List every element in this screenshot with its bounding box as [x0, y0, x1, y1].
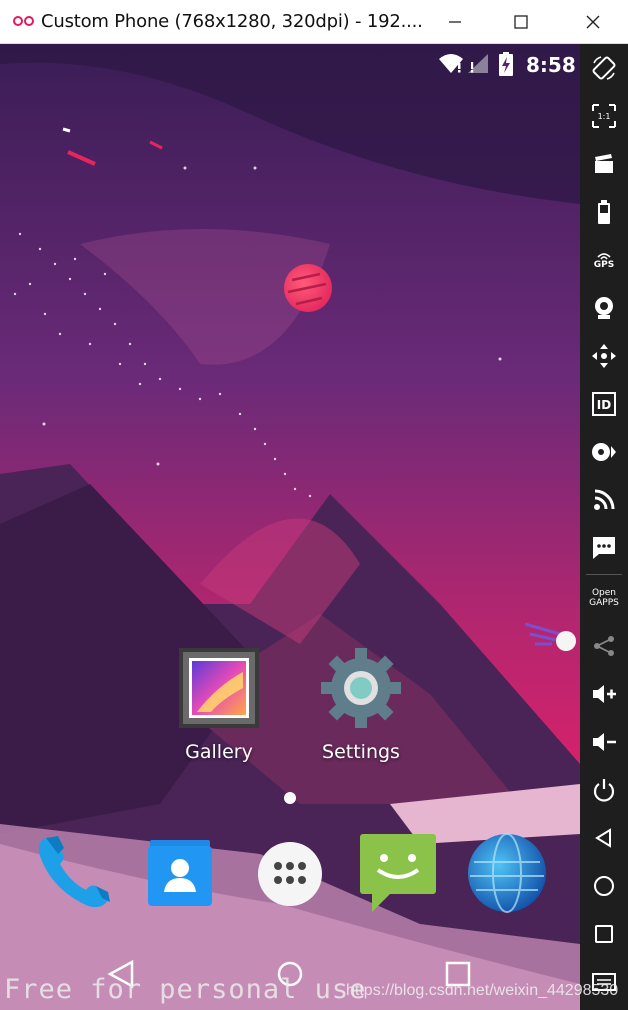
screencast-button[interactable] — [580, 142, 628, 186]
sms-icon — [593, 537, 615, 559]
settings-app[interactable]: Settings — [306, 646, 416, 763]
opengapps-label-bottom: GAPPS — [589, 598, 619, 608]
dpad-button[interactable] — [580, 334, 628, 378]
maximize-icon — [514, 15, 528, 29]
window-title: Custom Phone (768x1280, 320dpi) - 192...… — [41, 11, 423, 32]
battery-button[interactable] — [580, 190, 628, 234]
camera-icon — [595, 297, 613, 319]
minimize-icon — [449, 21, 461, 23]
emulator-toolbar[interactable]: 1:1 GPS ID Open GAPPS — [580, 44, 628, 1010]
power-button[interactable] — [580, 768, 628, 812]
toolbar-recents-button[interactable] — [580, 912, 628, 956]
recents-icon — [595, 925, 613, 943]
power-icon — [593, 779, 615, 802]
android-statusbar[interactable]: 8:58 — [0, 44, 580, 84]
gps-label: GPS — [593, 259, 615, 270]
status-clock: 8:58 — [526, 53, 576, 77]
media-button[interactable] — [580, 430, 628, 474]
svg-text:1:1: 1:1 — [598, 112, 611, 121]
network-icon — [594, 489, 615, 510]
back-icon — [595, 828, 611, 848]
genymotion-logo-icon — [13, 16, 34, 26]
volume-down-button[interactable] — [580, 720, 628, 764]
minimize-button[interactable] — [432, 0, 478, 44]
opengapps-label-top: Open — [591, 588, 617, 598]
sms-button[interactable] — [580, 526, 628, 570]
wifi-icon — [439, 54, 463, 73]
camera-button[interactable] — [580, 286, 628, 330]
svg-text:ID: ID — [597, 398, 611, 412]
toolbar-back-button[interactable] — [580, 816, 628, 860]
gallery-icon — [179, 648, 259, 728]
gps-button[interactable]: GPS — [580, 238, 628, 282]
battery-icon — [598, 200, 610, 224]
watermark-text: Free for personal use — [4, 974, 367, 1005]
app-drawer-icon[interactable] — [256, 840, 324, 908]
pixel-perfect-icon: 1:1 — [592, 104, 616, 128]
rotate-icon — [592, 56, 616, 80]
settings-gear-icon — [321, 648, 401, 728]
gallery-label: Gallery — [185, 741, 253, 763]
media-icon — [592, 443, 616, 461]
page-indicator-dot — [284, 792, 296, 804]
pixel-perfect-button[interactable]: 1:1 — [580, 94, 628, 138]
dpad-icon — [592, 344, 616, 368]
network-button[interactable] — [580, 478, 628, 522]
home-icon — [594, 876, 614, 896]
close-button[interactable] — [570, 0, 616, 44]
android-screen[interactable]: 8:58 Gallery Settings — [0, 44, 580, 1010]
signal-icon — [468, 54, 488, 73]
volume-up-button[interactable] — [580, 672, 628, 716]
watermark-url: https://blog.csdn.net/weixin_44298530 — [346, 982, 619, 999]
maximize-button[interactable] — [498, 0, 544, 44]
volume-down-icon — [593, 733, 616, 751]
gps-icon — [597, 252, 611, 260]
toolbar-divider — [586, 574, 622, 575]
volume-up-icon — [593, 685, 616, 703]
messaging-icon[interactable] — [358, 832, 438, 914]
rotate-button[interactable] — [580, 46, 628, 90]
share-button[interactable] — [580, 624, 628, 668]
battery-charging-icon — [499, 52, 513, 76]
toolbar-home-button[interactable] — [580, 864, 628, 908]
browser-icon[interactable] — [466, 832, 548, 914]
close-icon — [586, 15, 600, 29]
opengapps-button[interactable]: Open GAPPS — [580, 576, 628, 620]
settings-label: Settings — [322, 741, 400, 763]
screencast-icon — [595, 154, 613, 173]
gallery-app[interactable]: Gallery — [164, 646, 274, 763]
device-id-button[interactable]: ID — [580, 382, 628, 426]
window-titlebar[interactable]: Custom Phone (768x1280, 320dpi) - 192...… — [0, 0, 628, 44]
share-icon — [594, 636, 614, 656]
device-id-icon: ID — [592, 392, 616, 416]
phone-icon[interactable] — [32, 832, 114, 914]
contacts-icon[interactable] — [144, 838, 216, 910]
